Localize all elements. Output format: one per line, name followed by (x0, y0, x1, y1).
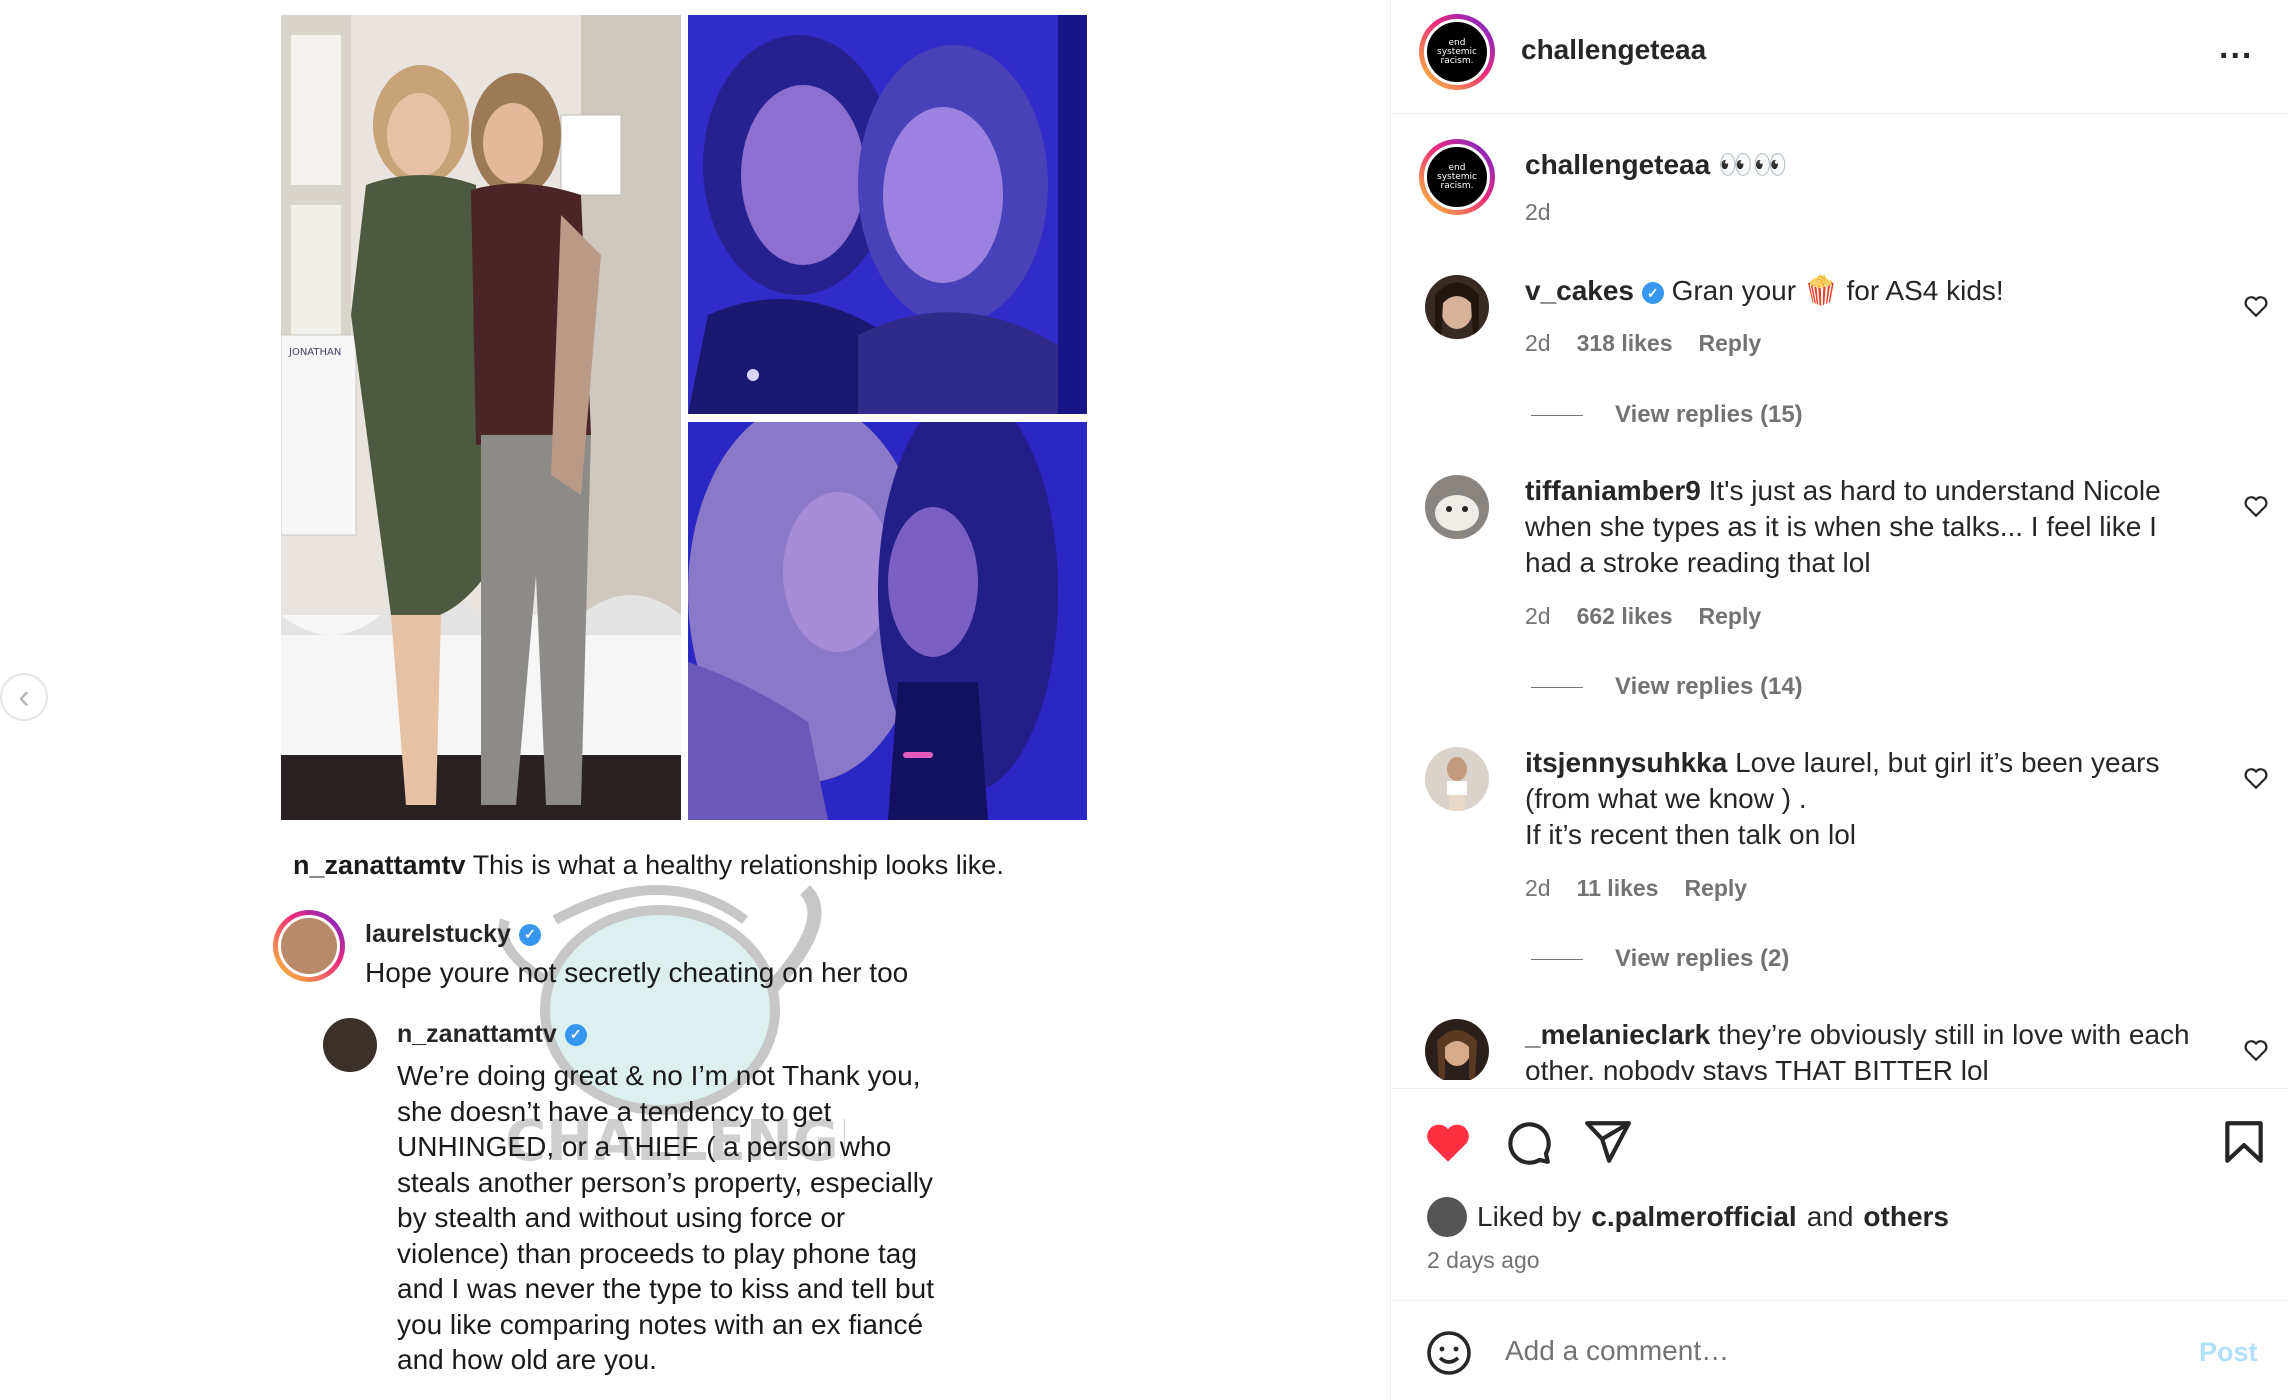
avatar[interactable] (1427, 1197, 1467, 1237)
comment-time: 2d (1525, 875, 1551, 901)
screenshot-reply2-text: We’re doing great & no I’m not Thank you… (397, 1058, 1057, 1378)
comment-username[interactable]: _melanieclark (1525, 1019, 1710, 1050)
view-replies-label: View replies (14) (1615, 673, 1803, 700)
reply-button[interactable]: Reply (1699, 330, 1762, 357)
screenshot-reply2-line: she doesn’t have a tendency to get (397, 1095, 832, 1127)
comment-username[interactable]: itsjennysuhkka (1525, 747, 1727, 778)
avatar-text: racism. (1440, 180, 1474, 191)
avatar (273, 910, 345, 982)
add-comment-bar: Post (1391, 1300, 2288, 1400)
comment-likes[interactable]: 662 likes (1577, 603, 1673, 630)
view-replies-label: View replies (15) (1615, 401, 1803, 428)
avatar[interactable] (1425, 275, 1489, 339)
post-header: end systemic racism. challengeteaa ... (1391, 0, 2288, 114)
comments-list[interactable]: end systemic racism. challengeteaa 👀👀 2d… (1391, 115, 2288, 1080)
post-time: 2 days ago (1427, 1247, 1540, 1273)
screenshot-reply2-line: We’re doing great & no I’m not Thank you… (397, 1060, 921, 1091)
screenshot-reply2-user-row: n_zanattamtv ✓ (397, 1020, 587, 1049)
liked-by-and: and (1806, 1201, 1854, 1232)
heart-outline-icon[interactable] (2243, 493, 2269, 519)
caption-meta: 2d (1525, 199, 1551, 226)
comment-time: 2d (1525, 330, 1551, 356)
screenshot-reply2-user: n_zanattamtv (397, 1020, 557, 1048)
comment-text-row: itsjennysuhkka Love laurel, but girl it’… (1525, 745, 2205, 853)
comment-text-row: tiffaniamber9 It's just as hard to under… (1525, 473, 2205, 581)
comment-meta: 2d 11 likes Reply (1525, 875, 1747, 902)
view-replies-label: View replies (2) (1615, 945, 1790, 972)
post-comment-button[interactable]: Post (2199, 1337, 2258, 1368)
photo-couple-standing: JONATHAN (281, 15, 681, 820)
screenshot-caption-user: n_zanattamtv (293, 850, 466, 880)
chevron-left-icon: ‹ (18, 678, 30, 716)
screenshot-reply2-line: steals another person’s property, especi… (397, 1166, 933, 1198)
divider-line (1531, 958, 1583, 960)
comment-time: 2d (1525, 603, 1551, 629)
photo-selfie-smiling (688, 15, 1087, 414)
photo-collage: JONATHAN (281, 15, 1087, 820)
screenshot-reply1-text: Hope youre not secretly cheating on her … (365, 957, 909, 988)
bookmark-icon[interactable] (2219, 1117, 2269, 1167)
screenshot-reply1-user-row: laurelstucky ✓ (365, 920, 541, 949)
liked-by: Liked by c.palmerofficial and others (1427, 1197, 1949, 1237)
share-icon[interactable] (1583, 1117, 1633, 1167)
comment-username[interactable]: v_cakes (1525, 275, 1634, 306)
avatar-text: racism. (1440, 55, 1474, 66)
liked-by-prefix: Liked by (1477, 1201, 1582, 1232)
heart-filled-icon[interactable] (1423, 1117, 1473, 1167)
comments-panel: end systemic racism. challengeteaa ... e… (1390, 0, 2288, 1400)
header-username[interactable]: challengeteaa (1521, 34, 1706, 66)
screenshot-reply1-user: laurelstucky (365, 920, 511, 948)
heart-outline-icon[interactable] (2243, 765, 2269, 791)
screenshot-reply2-line: violence) than proceeds to play phone ta… (397, 1237, 917, 1269)
liked-by-others[interactable]: others (1863, 1201, 1949, 1233)
comment-input[interactable] (1505, 1325, 2185, 1377)
photo-sign-text: JONATHAN (288, 347, 341, 358)
screenshot-reply2-line: and how old are you. (397, 1344, 657, 1375)
emoji-icon[interactable] (1425, 1329, 1473, 1377)
post-caption: challengeteaa 👀👀 (1525, 147, 2205, 183)
comment-likes[interactable]: 318 likes (1577, 330, 1673, 357)
screenshot-reply2-line: you like comparing notes with an ex fian… (397, 1308, 924, 1340)
screenshot-reply2-line: UNHINGED, or a THIEF ( a person who (397, 1131, 892, 1162)
post-media: ‹ JONATHAN n_zanattamtv This is what a h… (0, 0, 1390, 1400)
liked-by-user[interactable]: c.palmerofficial (1591, 1201, 1796, 1233)
divider-line (1531, 414, 1583, 416)
view-replies-button[interactable]: View replies (2) (1531, 945, 1789, 973)
avatar (323, 1018, 377, 1072)
previous-slide-button[interactable]: ‹ (0, 673, 48, 721)
heart-outline-icon[interactable] (2243, 293, 2269, 319)
caption-username[interactable]: challengeteaa (1525, 149, 1710, 180)
divider-line (1531, 686, 1583, 688)
photo-kiss (688, 422, 1087, 820)
comment-meta: 2d 662 likes Reply (1525, 603, 1761, 630)
view-replies-button[interactable]: View replies (14) (1531, 673, 1803, 701)
comment-meta: 2d 318 likes Reply (1525, 330, 1761, 357)
reply-button[interactable]: Reply (1699, 603, 1762, 630)
profile-avatar[interactable]: end systemic racism. (1419, 14, 1495, 90)
avatar[interactable] (1425, 1019, 1489, 1080)
screenshot-reply2-line: and I was never the type to kiss and tel… (397, 1273, 934, 1304)
comment-text-row: v_cakes ✓ Gran your 🍿 for AS4 kids! (1525, 273, 2205, 309)
caption-text: 👀👀 (1717, 149, 1788, 180)
post-actions: Liked by c.palmerofficial and others 2 d… (1391, 1088, 2288, 1298)
verified-badge-icon: ✓ (564, 1023, 587, 1046)
comment-likes[interactable]: 11 likes (1577, 875, 1659, 902)
comment-text-row: _melanieclark they’re obviously still in… (1525, 1017, 2205, 1080)
profile-avatar[interactable]: end systemic racism. (1419, 139, 1495, 215)
screenshot-reply2-line: by stealth and without using force or (397, 1202, 846, 1233)
caption-time: 2d (1525, 199, 1551, 225)
comment-icon[interactable] (1503, 1117, 1553, 1167)
view-replies-button[interactable]: View replies (15) (1531, 401, 1803, 429)
reply-button[interactable]: Reply (1684, 875, 1747, 902)
more-options-icon[interactable]: ... (2219, 28, 2253, 67)
avatar[interactable] (1425, 475, 1489, 539)
verified-badge-icon: ✓ (518, 923, 541, 946)
comment-username[interactable]: tiffaniamber9 (1525, 475, 1701, 506)
heart-outline-icon[interactable] (2243, 1037, 2269, 1063)
avatar[interactable] (1425, 747, 1489, 811)
verified-badge-icon: ✓ (1641, 282, 1664, 304)
comment-text: Gran your 🍿 for AS4 kids! (1671, 275, 2004, 306)
